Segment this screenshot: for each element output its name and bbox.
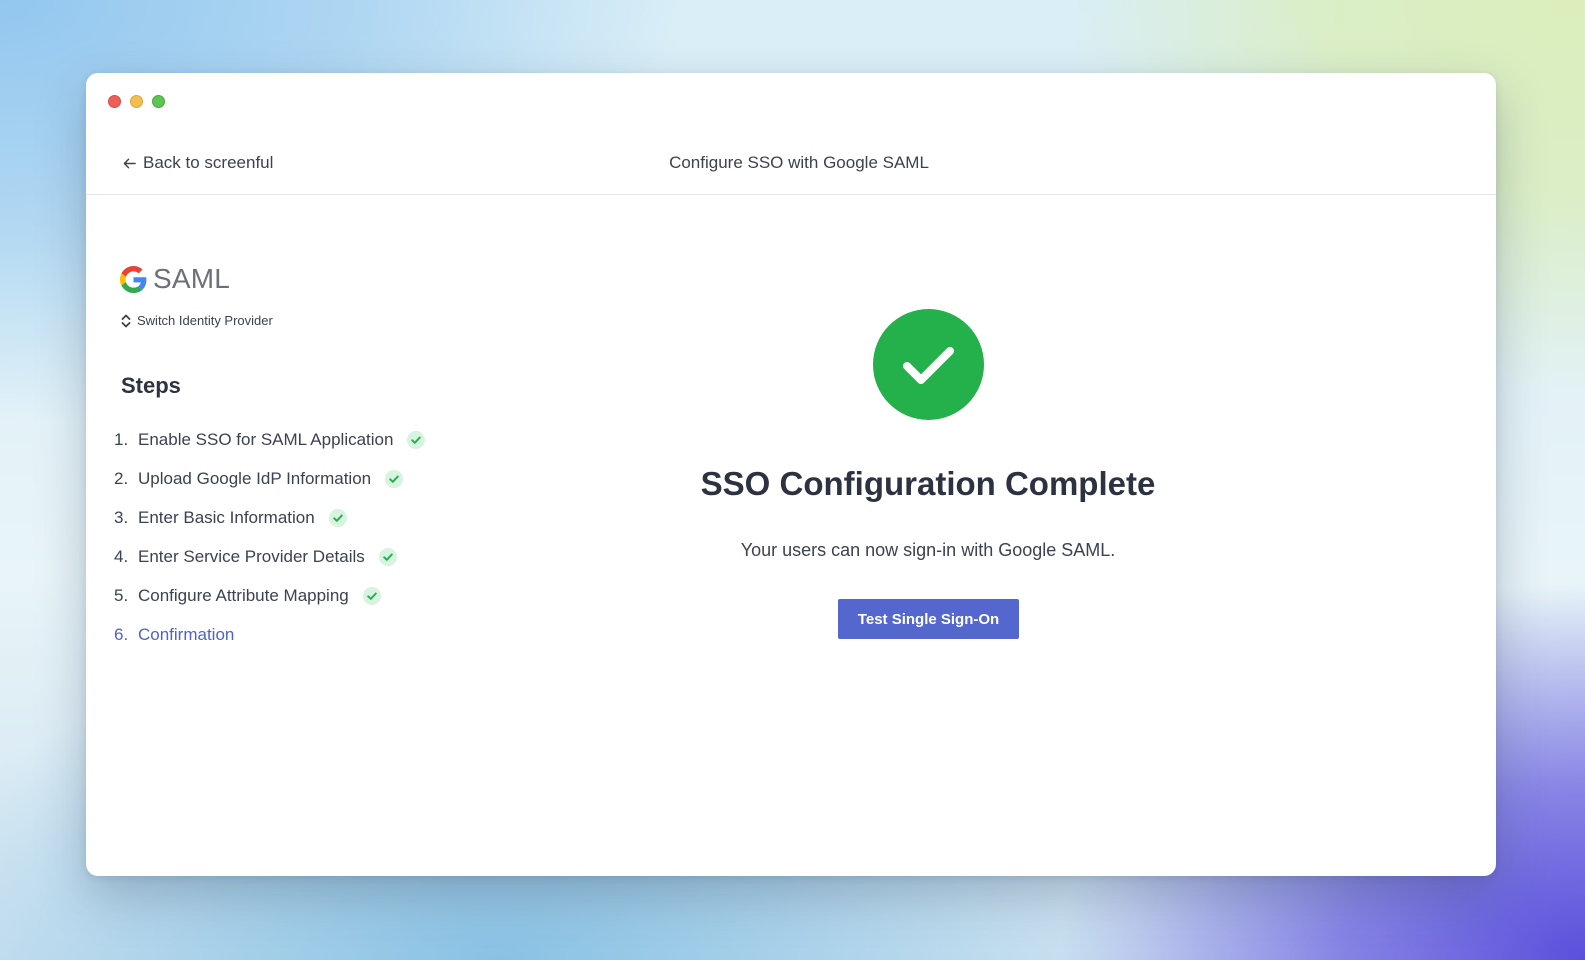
steps-heading: Steps bbox=[121, 373, 181, 398]
page-title: Configure SSO with Google SAML bbox=[669, 153, 929, 172]
up-down-chevron-icon bbox=[121, 314, 131, 327]
check-circle-icon bbox=[385, 469, 404, 488]
top-bar: Back to screenful Configure SSO with Goo… bbox=[86, 128, 1496, 195]
main-panel: SSO Configuration Complete Your users ca… bbox=[606, 195, 1496, 875]
step-label: Enter Basic Information bbox=[138, 507, 315, 527]
check-circle-icon bbox=[378, 547, 397, 566]
step-label: Upload Google IdP Information bbox=[138, 468, 372, 488]
step-item[interactable]: 1. Enable SSO for SAML Application bbox=[114, 420, 426, 459]
switch-identity-provider-label: Switch Identity Provider bbox=[137, 313, 273, 328]
step-label: Enable SSO for SAML Application bbox=[138, 429, 394, 449]
step-number: 3. bbox=[114, 507, 129, 527]
sidebar: SAML Switch Identity Provider Steps 1. E… bbox=[86, 195, 606, 875]
steps-list: 1. Enable SSO for SAML Application 2. Up… bbox=[114, 420, 426, 654]
step-label: Configure Attribute Mapping bbox=[138, 585, 349, 605]
check-circle-icon bbox=[328, 508, 347, 527]
step-item[interactable]: 5. Configure Attribute Mapping bbox=[114, 576, 425, 615]
step-number: 5. bbox=[114, 585, 129, 605]
step-item[interactable]: 3. Enter Basic Information bbox=[114, 498, 425, 537]
google-g-icon bbox=[120, 265, 147, 293]
check-circle-icon bbox=[407, 430, 426, 449]
success-headline: SSO Configuration Complete bbox=[700, 465, 1156, 502]
step-number: 4. bbox=[114, 546, 129, 566]
close-window-button[interactable] bbox=[108, 95, 121, 108]
step-item[interactable]: 2. Upload Google IdP Information bbox=[114, 459, 425, 498]
step-number: 1. bbox=[114, 429, 129, 449]
check-circle-icon bbox=[362, 586, 381, 605]
window-controls bbox=[108, 95, 165, 108]
step-label: Enter Service Provider Details bbox=[138, 546, 365, 566]
minimize-window-button[interactable] bbox=[130, 95, 143, 108]
provider-name: SAML bbox=[153, 263, 231, 294]
app-window: Back to screenful Configure SSO with Goo… bbox=[86, 73, 1496, 876]
step-number: 6. bbox=[114, 624, 129, 644]
success-message: Your users can now sign-in with Google S… bbox=[740, 540, 1116, 560]
switch-identity-provider[interactable]: Switch Identity Provider bbox=[121, 313, 273, 328]
test-sso-button[interactable]: Test Single Sign-On bbox=[838, 599, 1019, 639]
step-item-active[interactable]: 6. Confirmation bbox=[114, 615, 425, 654]
step-number: 2. bbox=[114, 468, 129, 488]
step-item[interactable]: 4. Enter Service Provider Details bbox=[114, 537, 425, 576]
provider-heading: SAML bbox=[120, 263, 230, 295]
zoom-window-button[interactable] bbox=[152, 95, 165, 108]
success-check-icon bbox=[873, 309, 984, 420]
step-label: Confirmation bbox=[138, 624, 235, 644]
